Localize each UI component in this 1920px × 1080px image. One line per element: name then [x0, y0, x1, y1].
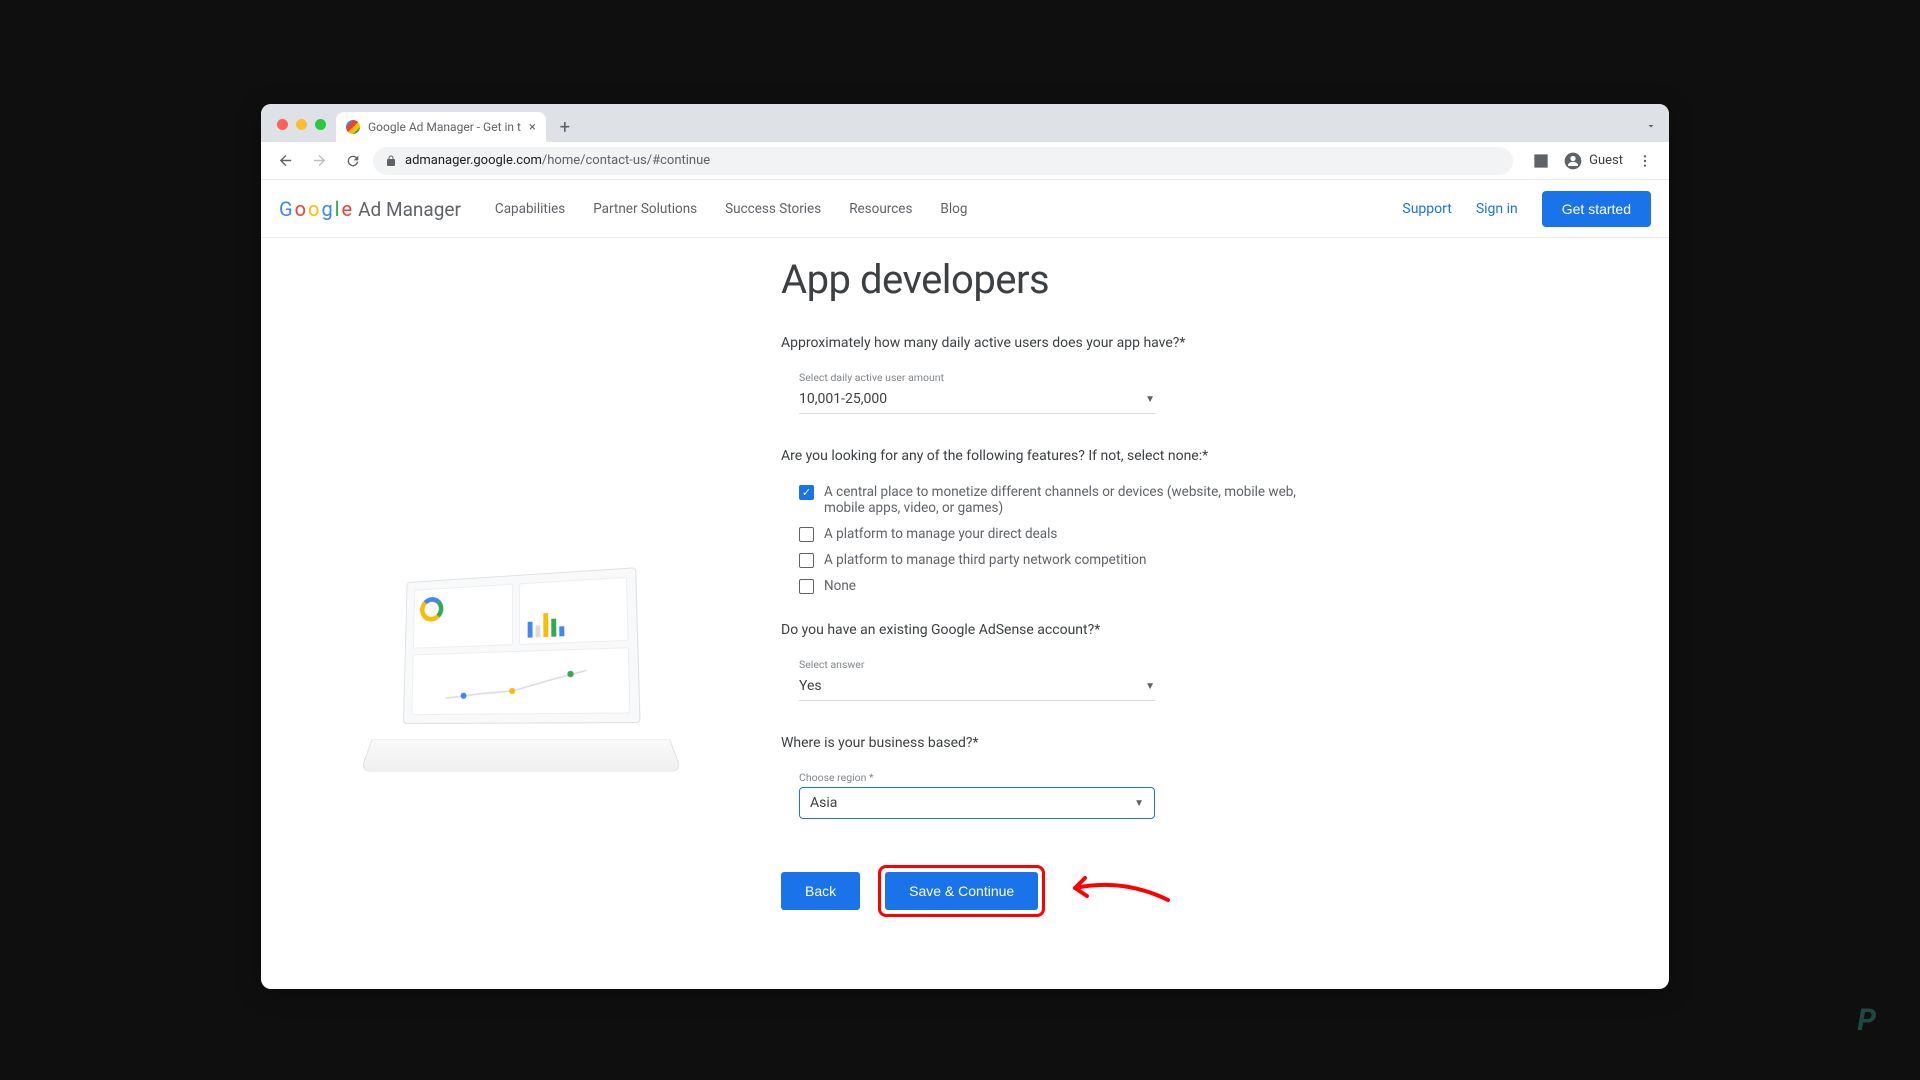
browser-tab[interactable]: Google Ad Manager - Get in t ×: [336, 112, 546, 142]
address-bar[interactable]: admanager.google.com/home/contact-us/#co…: [373, 147, 1513, 175]
question-dau: Approximately how many daily active user…: [781, 335, 1301, 351]
menu-icon[interactable]: [1631, 147, 1659, 175]
nav-success-stories[interactable]: Success Stories: [725, 201, 821, 217]
checkbox-icon: [799, 485, 814, 500]
form-actions: Back Save & Continue: [781, 865, 1301, 917]
nav-partner-solutions[interactable]: Partner Solutions: [593, 201, 697, 217]
dau-field-label: Select daily active user amount: [799, 371, 1155, 384]
question-features: Are you looking for any of the following…: [781, 448, 1301, 464]
logo-product-text: Ad Manager: [358, 198, 461, 221]
sign-in-link[interactable]: Sign in: [1476, 201, 1518, 217]
back-icon[interactable]: [271, 147, 299, 175]
dau-value: 10,001-25,000: [799, 391, 887, 407]
forward-icon: [305, 147, 333, 175]
back-button[interactable]: Back: [781, 872, 860, 910]
nav-capabilities[interactable]: Capabilities: [495, 201, 565, 217]
tab-strip: Google Ad Manager - Get in t × +: [261, 104, 1669, 142]
tabs-dropdown-icon[interactable]: [1645, 120, 1657, 132]
profile-guest[interactable]: Guest: [1559, 151, 1627, 171]
browser-toolbar: admanager.google.com/home/contact-us/#co…: [261, 142, 1669, 180]
lock-icon: [385, 155, 397, 167]
get-started-button[interactable]: Get started: [1542, 191, 1651, 227]
feature-label: A central place to monetize different ch…: [824, 484, 1301, 516]
checkbox-icon: [799, 579, 814, 594]
adsense-value: Yes: [799, 678, 822, 694]
bar-chart-icon: [528, 606, 565, 637]
guest-label: Guest: [1589, 153, 1623, 168]
checkbox-icon: [799, 553, 814, 568]
annotation-arrow-icon: [1063, 866, 1173, 916]
nav-resources[interactable]: Resources: [849, 201, 912, 217]
feature-option-0[interactable]: A central place to monetize different ch…: [799, 484, 1301, 516]
donut-chart-icon: [420, 596, 444, 622]
google-favicon-icon: [346, 120, 360, 134]
region-select[interactable]: Asia ▼: [799, 787, 1155, 819]
close-window-icon[interactable]: [277, 119, 288, 130]
illustration-column: [261, 246, 781, 989]
checkbox-icon: [799, 527, 814, 542]
region-field-label: Choose region *: [799, 771, 1155, 784]
window-controls: [271, 119, 336, 142]
extensions-icon[interactable]: [1527, 147, 1555, 175]
feature-option-2[interactable]: A platform to manage third party network…: [799, 552, 1301, 568]
close-tab-icon[interactable]: ×: [529, 120, 536, 135]
primary-nav: Capabilities Partner Solutions Success S…: [495, 201, 967, 217]
google-ad-manager-logo[interactable]: Google Ad Manager: [279, 197, 461, 221]
new-tab-button[interactable]: +: [552, 114, 578, 140]
watermark-logo: P: [1857, 1003, 1876, 1038]
save-continue-button[interactable]: Save & Continue: [885, 872, 1038, 910]
annotation-highlight: Save & Continue: [878, 865, 1045, 917]
page-content: App developers Approximately how many da…: [261, 238, 1669, 989]
laptop-illustration: [366, 573, 676, 783]
page-title: App developers: [781, 256, 1301, 303]
feature-label: A platform to manage third party network…: [824, 552, 1146, 568]
features-checkbox-list: A central place to monetize different ch…: [799, 484, 1301, 594]
feature-label: A platform to manage your direct deals: [824, 526, 1057, 542]
dau-select[interactable]: 10,001-25,000 ▼: [799, 387, 1155, 414]
adsense-field-label: Select answer: [799, 658, 1155, 671]
feature-option-3[interactable]: None: [799, 578, 1301, 594]
chevron-down-icon: ▼: [1134, 798, 1144, 809]
line-chart-icon: [418, 663, 623, 706]
question-region: Where is your business based?*: [781, 735, 1301, 751]
tab-title: Google Ad Manager - Get in t: [368, 120, 521, 134]
chevron-down-icon: ▼: [1145, 394, 1155, 405]
person-icon: [1563, 151, 1583, 171]
support-link[interactable]: Support: [1402, 201, 1451, 217]
site-header: Google Ad Manager Capabilities Partner S…: [261, 180, 1669, 238]
feature-label: None: [824, 578, 856, 594]
chevron-down-icon: ▼: [1145, 681, 1155, 692]
browser-window: Google Ad Manager - Get in t × + admanag…: [261, 104, 1669, 989]
form-column: App developers Approximately how many da…: [781, 246, 1341, 989]
url-text: admanager.google.com/home/contact-us/#co…: [405, 153, 710, 168]
nav-blog[interactable]: Blog: [940, 201, 967, 217]
minimize-window-icon[interactable]: [296, 119, 307, 130]
maximize-window-icon[interactable]: [315, 119, 326, 130]
adsense-select[interactable]: Yes ▼: [799, 674, 1155, 701]
feature-option-1[interactable]: A platform to manage your direct deals: [799, 526, 1301, 542]
reload-icon[interactable]: [339, 147, 367, 175]
question-adsense: Do you have an existing Google AdSense a…: [781, 622, 1301, 638]
region-value: Asia: [810, 795, 837, 811]
